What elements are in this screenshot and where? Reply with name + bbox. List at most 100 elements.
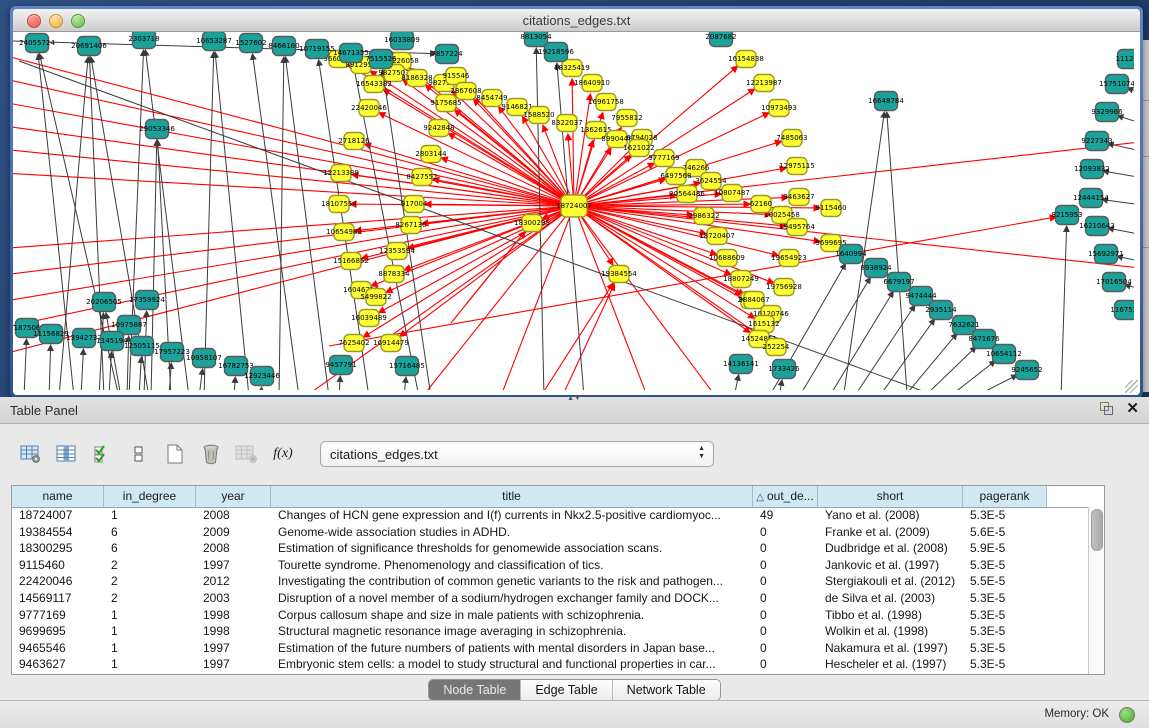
zoom-window-icon[interactable] xyxy=(71,14,85,28)
black-edge[interactable] xyxy=(199,370,202,390)
black-edge[interactable] xyxy=(279,58,284,390)
node-label: 15716485 xyxy=(389,362,425,370)
delete-table-icon[interactable] xyxy=(234,441,260,467)
row-filler xyxy=(1047,524,1089,541)
network-window-titlebar[interactable]: citations_edges.txt xyxy=(13,9,1140,32)
tab-node-table[interactable]: Node Table xyxy=(429,680,521,700)
node-label: 10653287 xyxy=(196,37,232,45)
node-label: 9329966 xyxy=(1091,108,1123,116)
red-edge[interactable] xyxy=(329,217,1055,346)
black-edge[interactable] xyxy=(404,378,406,390)
node-label: 18325419 xyxy=(554,64,590,72)
row-filler xyxy=(1047,607,1089,624)
black-edge[interactable] xyxy=(49,346,51,390)
scrollbar-thumb[interactable] xyxy=(1091,509,1103,551)
node-label: 1527602 xyxy=(235,39,266,47)
tab-network-table[interactable]: Network Table xyxy=(613,680,720,700)
node-label: 16210643 xyxy=(1079,222,1115,230)
close-window-icon[interactable] xyxy=(27,14,41,28)
node-label: 8215953 xyxy=(1051,211,1082,219)
column-header[interactable]: short xyxy=(818,486,963,507)
table-row[interactable]: 946362711997Embryonic stem cells: a mode… xyxy=(12,656,1089,673)
black-edge[interactable] xyxy=(1118,116,1134,126)
select-all-check-icon[interactable] xyxy=(90,441,116,467)
black-edge[interactable] xyxy=(139,358,141,390)
black-edge[interactable] xyxy=(887,113,907,390)
table-cell: 5.3E-5 xyxy=(963,557,1047,574)
table-row[interactable]: 2242004622012Investigating the contribut… xyxy=(12,573,1089,590)
table-row[interactable]: 1872400712008Changes of HCN gene express… xyxy=(12,507,1089,524)
table-row[interactable]: 1830029562008Estimation of significance … xyxy=(12,540,1089,557)
minimize-window-icon[interactable] xyxy=(49,14,63,28)
close-panel-icon[interactable]: ✕ xyxy=(1126,401,1139,416)
table-cell: 0 xyxy=(753,540,818,557)
function-builder-icon[interactable]: f(x) xyxy=(270,441,296,467)
column-header[interactable]: pagerank xyxy=(963,486,1047,507)
table-cell: Disruption of a novel member of a sodium… xyxy=(271,590,753,607)
red-edge[interactable] xyxy=(574,95,590,206)
table-cell: 5.9E-5 xyxy=(963,540,1047,557)
red-edge[interactable] xyxy=(13,121,574,206)
table-row[interactable]: 1456911722003Disruption of a novel membe… xyxy=(12,590,1089,607)
column-header[interactable]: name xyxy=(12,486,104,507)
black-edge[interactable] xyxy=(24,340,26,390)
resize-grip-icon[interactable] xyxy=(1125,380,1138,393)
table-settings-icon[interactable] xyxy=(18,441,44,467)
memory-ok-indicator[interactable] xyxy=(1119,707,1135,723)
black-edge[interactable] xyxy=(734,376,739,390)
stacked-rows-icon[interactable] xyxy=(126,441,152,467)
black-edge[interactable] xyxy=(974,375,1016,390)
column-header[interactable]: title xyxy=(271,486,753,507)
node-label: 9227343 xyxy=(1081,137,1112,145)
table-row[interactable]: 977716911998Corpus callosum shape and si… xyxy=(12,607,1089,624)
node-label: 6497568 xyxy=(660,172,691,180)
table-cell: 5.3E-5 xyxy=(963,640,1047,657)
black-edge[interactable] xyxy=(904,334,956,390)
table-cell: 0 xyxy=(753,573,818,590)
tab-edge-table[interactable]: Edge Table xyxy=(521,680,612,700)
black-edge[interactable] xyxy=(1061,227,1067,390)
black-edge[interactable] xyxy=(81,350,83,390)
table-row[interactable]: 911546021997Tourette syndrome. Phenomeno… xyxy=(12,557,1089,574)
table-cell: Structural magnetic resonance image aver… xyxy=(271,623,753,640)
table-cell: Embryonic stem cells: a model to study s… xyxy=(271,656,753,673)
table-cell: 0 xyxy=(753,607,818,624)
table-cell: 5.3E-5 xyxy=(963,623,1047,640)
node-label: 9245652 xyxy=(1011,366,1042,374)
table-cell: Franke et al. (2009) xyxy=(818,524,963,541)
delete-column-icon[interactable] xyxy=(198,441,224,467)
node-label: 2986322 xyxy=(688,212,719,220)
node-label: 10654112 xyxy=(986,350,1022,358)
node-label: 7632621 xyxy=(948,321,979,329)
black-edge[interactable] xyxy=(924,347,975,390)
column-header[interactable]: in_degree xyxy=(104,486,196,507)
vertical-scrollbar[interactable] xyxy=(1088,507,1104,674)
black-edge[interactable] xyxy=(779,381,782,390)
node-label: 2803144 xyxy=(415,150,447,158)
table-row[interactable]: 946554611997Estimation of the future num… xyxy=(12,640,1089,657)
table-selector-dropdown[interactable]: citations_edges.txt ▲▼ xyxy=(320,441,714,467)
black-edge[interactable] xyxy=(234,378,235,390)
red-edge[interactable] xyxy=(13,171,574,206)
black-edge[interactable] xyxy=(339,377,340,390)
node-label: 10958107 xyxy=(186,354,222,362)
column-visibility-icon[interactable] xyxy=(54,441,80,467)
splitter-handle[interactable]: ▲▼ xyxy=(567,396,581,402)
table-cell: Corpus callosum shape and size in male p… xyxy=(271,607,753,624)
black-edge[interactable] xyxy=(557,64,584,390)
node-label: 9242848 xyxy=(423,124,454,132)
column-header[interactable]: △out_de... xyxy=(753,486,818,507)
black-edge[interactable] xyxy=(204,53,214,390)
new-column-icon[interactable] xyxy=(162,441,188,467)
black-edge[interactable] xyxy=(829,292,893,390)
network-canvas[interactable]: 1872400796601288912954182260589827503818… xyxy=(13,32,1140,395)
node-label: 9474444 xyxy=(905,292,937,300)
table-row[interactable]: 1938455462009Genome-wide association stu… xyxy=(12,524,1089,541)
black-edge[interactable] xyxy=(799,278,870,390)
black-edge[interactable] xyxy=(286,58,329,390)
table-row[interactable]: 969969511998Structural magnetic resonanc… xyxy=(12,623,1089,640)
black-edge[interactable] xyxy=(215,53,249,390)
red-edge[interactable] xyxy=(366,144,574,206)
float-panel-icon[interactable] xyxy=(1099,401,1114,416)
column-header[interactable]: year xyxy=(196,486,271,507)
